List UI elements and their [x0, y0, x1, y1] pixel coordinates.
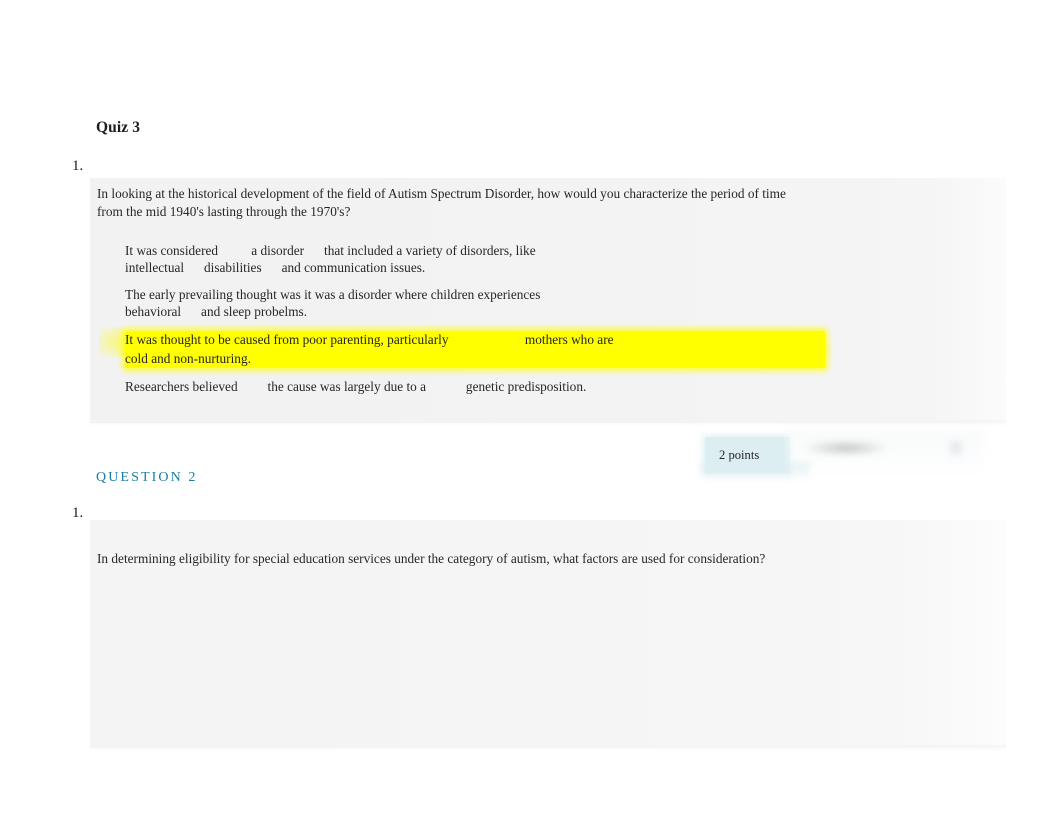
- question-1-points-badge: 2 points: [705, 437, 790, 473]
- question-2-list-marker: 1.: [72, 505, 84, 521]
- question-2-stem: In determining eligibility for special e…: [97, 551, 766, 566]
- answer-option-2-line-2: behavioral and sleep probelms.: [125, 303, 308, 319]
- quiz-document-page: Quiz 3 1. In looking at the historical d…: [0, 0, 1062, 822]
- answer-option-3-line-2: cold and non-nurturing.: [125, 349, 825, 368]
- answer-option-1-line-2: intellectual disabilities and communicat…: [125, 259, 426, 275]
- question-1-stem: In looking at the historical development…: [97, 186, 786, 219]
- question-2-section-heading: QUESTION 2: [96, 470, 198, 485]
- redacted-blurred-text: [788, 430, 984, 472]
- answer-option-3-line-1: It was thought to be caused from poor pa…: [125, 331, 825, 350]
- answer-option-2[interactable]: The early prevailing thought was it was …: [125, 287, 825, 320]
- question-1-list-marker: 1.: [72, 158, 84, 174]
- answer-option-1-line-1: It was considered a disorder that includ…: [125, 243, 536, 258]
- answer-option-3-highlighted[interactable]: It was thought to be caused from poor pa…: [99, 327, 825, 368]
- answer-option-2-line-1: The early prevailing thought was it was …: [125, 287, 541, 302]
- answer-option-4[interactable]: Researchers believed the cause was large…: [125, 379, 825, 396]
- answer-option-1[interactable]: It was considered a disorder that includ…: [125, 243, 825, 276]
- answer-option-4-line-1: Researchers believed the cause was large…: [125, 379, 587, 394]
- question-1-options: It was considered a disorder that includ…: [99, 243, 825, 396]
- page-title: Quiz 3: [96, 119, 141, 136]
